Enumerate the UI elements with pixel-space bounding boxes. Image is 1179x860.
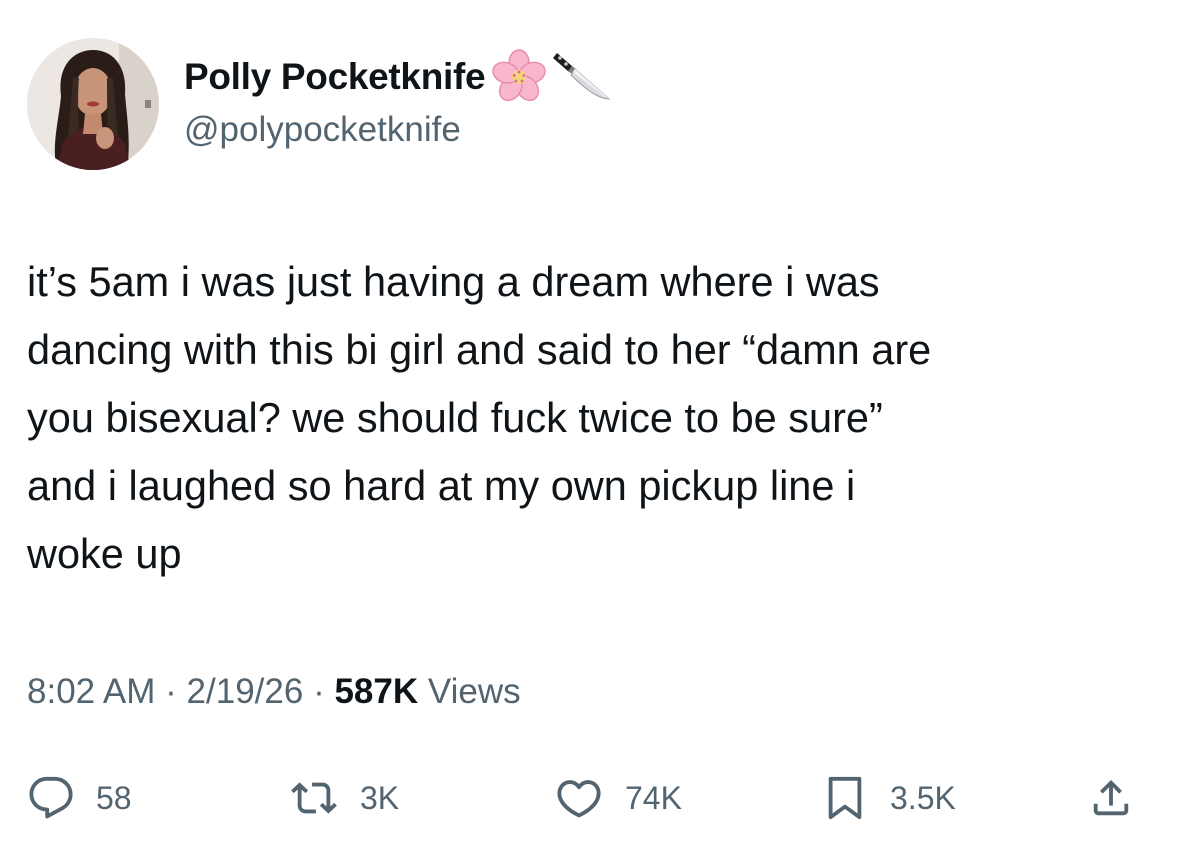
repost-count: 3K	[360, 779, 400, 816]
bookmark-count: 3.5K	[890, 779, 956, 816]
avatar[interactable]	[27, 38, 159, 170]
tweet-date[interactable]: 2/19/26	[187, 672, 304, 711]
views-count: 587K	[334, 672, 419, 711]
repost-button[interactable]: 3K	[290, 758, 399, 838]
reply-count: 58	[96, 779, 132, 816]
author-name-row[interactable]: Polly Pocketknife	[184, 49, 613, 102]
repost-icon	[290, 775, 338, 821]
views-label: Views	[427, 672, 521, 711]
share-button[interactable]	[1088, 758, 1134, 838]
author-display-name[interactable]: Polly Pocketknife	[184, 56, 486, 98]
tweet-text: it’s 5am i was just having a dream where…	[27, 258, 932, 577]
bookmark-icon	[822, 775, 868, 821]
like-button[interactable]: 74K	[555, 758, 682, 838]
heart-icon	[555, 775, 603, 821]
avatar-photo	[27, 38, 159, 170]
reply-icon	[28, 775, 74, 821]
share-icon	[1088, 775, 1134, 821]
author-handle[interactable]: @polypocketknife	[184, 110, 461, 150]
cherry-blossom-icon	[489, 47, 549, 107]
tweet-action-bar: 58 3K 74K 3.5K	[0, 758, 1179, 838]
meta-separator: ·	[165, 672, 177, 711]
meta-separator: ·	[313, 672, 325, 711]
like-count: 74K	[625, 779, 682, 816]
tweet-meta: 8:02 AM · 2/19/26 · 587K Views	[27, 672, 521, 712]
tweet-time[interactable]: 8:02 AM	[27, 672, 155, 711]
kitchen-knife-icon	[551, 47, 613, 107]
bookmark-button[interactable]: 3.5K	[822, 758, 956, 838]
reply-button[interactable]: 58	[28, 758, 132, 838]
